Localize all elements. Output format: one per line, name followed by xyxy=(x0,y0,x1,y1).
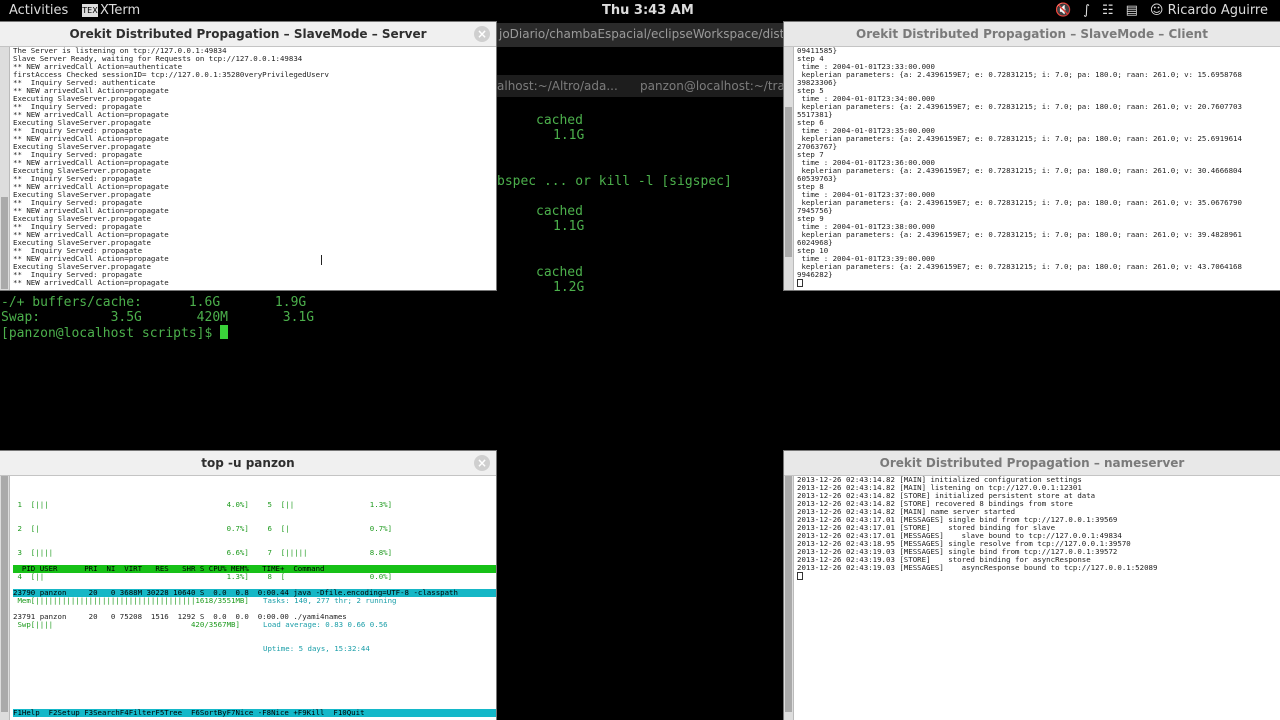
nameserver-log[interactable]: 2013-12-26 02:43:14.82 [MAIN] initialize… xyxy=(797,476,1280,720)
uptime: Uptime: 5 days, 15:32:44 xyxy=(263,644,370,653)
server-window[interactable]: Orekit Distributed Propagation – SlaveMo… xyxy=(0,22,496,290)
log-line: keplerian parameters: {a: 2.4396159E7; e… xyxy=(797,70,1242,79)
scrollbar-thumb[interactable] xyxy=(1,197,8,289)
xterm-app-icon: TEX xyxy=(82,4,98,17)
scrollbar[interactable] xyxy=(784,47,794,290)
volume-muted-icon[interactable]: 🔇 xyxy=(1055,3,1071,18)
close-icon[interactable]: × xyxy=(474,455,490,471)
user-menu[interactable]: ☺ Ricardo Aguirre xyxy=(1150,3,1268,18)
htop-content: 1 [||| 4.0%] 2 [| 0.7%] 3 [|||| 6.6%] 4 … xyxy=(13,485,496,720)
prompt-text: [panzon@localhost scripts]$ xyxy=(1,326,221,341)
clock[interactable]: Thu 3:43 AM xyxy=(602,3,694,18)
cpu-meter: 1 [||| 4.0%] xyxy=(13,500,249,509)
user-icon: ☺ xyxy=(1149,3,1164,18)
terminal-line: bspec ... or kill -l [sigspec] xyxy=(497,174,732,189)
wifi-icon[interactable]: ☷ xyxy=(1102,3,1114,18)
htop-window[interactable]: top -u panzon × 1 [||| 4.0%] 2 [| 0.7%] … xyxy=(0,451,496,720)
text-cursor xyxy=(797,572,803,580)
log-line-cursor xyxy=(797,572,1280,582)
scrollbar[interactable] xyxy=(784,476,794,720)
log-line: 2013-12-26 02:43:19.03 [MESSAGES] asyncR… xyxy=(797,563,1158,572)
terminal-line: cached xyxy=(536,265,583,280)
scrollbar[interactable] xyxy=(0,476,10,720)
terminal-line: 1.2G xyxy=(553,280,585,295)
app-name: XTerm xyxy=(100,3,141,18)
log-line: 6024968} xyxy=(797,238,833,247)
cpu-meter: 6 [| 0.7%] xyxy=(263,524,393,533)
process-row[interactable]: 23790 panzon 20 0 3688M 30228 10640 S 0.… xyxy=(13,589,496,597)
server-window-titlebar[interactable]: Orekit Distributed Propagation – SlaveMo… xyxy=(0,22,496,47)
scrollbar-thumb[interactable] xyxy=(785,107,792,257)
system-tray: 🔇 ∫ ☷ ▤ ☺ Ricardo Aguirre xyxy=(1055,3,1268,18)
log-line: keplerian parameters: {a: 2.4396159E7; e… xyxy=(797,230,1242,239)
function-key-bar[interactable]: F1Help F2Setup F3SearchF4FilterF5Tree F6… xyxy=(13,709,496,717)
scrollbar-thumb[interactable] xyxy=(785,476,792,712)
log-line: 7945756} xyxy=(797,206,833,215)
clipboard-icon[interactable]: ▤ xyxy=(1126,3,1138,18)
window-title: top -u panzon xyxy=(201,456,295,470)
terminal-tab-1[interactable]: alhost:~/Altro/ada... xyxy=(497,79,618,93)
background-terminal-titlebar[interactable]: joDiario/chambaEspacial/eclipseWorkspace… xyxy=(497,23,783,47)
scrollbar[interactable] xyxy=(0,47,10,290)
log-line: 27063767} xyxy=(797,142,838,151)
server-log[interactable]: The Server is listening on tcp://127.0.0… xyxy=(13,47,496,290)
text-cursor xyxy=(220,325,229,339)
log-line: keplerian parameters: {a: 2.4396159E7; e… xyxy=(797,102,1242,111)
client-log[interactable]: 09411585} step 4 time : 2004-01-01T23:33:… xyxy=(797,47,1280,290)
window-title: Orekit Distributed Propagation – SlaveMo… xyxy=(69,27,427,41)
terminal-tab-2[interactable]: panzon@localhost:~/trabajo xyxy=(640,79,783,93)
background-terminal-title: joDiario/chambaEspacial/eclipseWorkspace… xyxy=(499,27,783,41)
log-line: keplerian parameters: {a: 2.4396159E7; e… xyxy=(797,166,1242,175)
bluetooth-icon[interactable]: ∫ xyxy=(1083,3,1090,18)
window-title: Orekit Distributed Propagation – nameser… xyxy=(879,456,1185,470)
log-line: ** NEW arrivedCall Action=propagate xyxy=(13,278,169,287)
terminal-line: 1.1G xyxy=(553,128,585,143)
log-line: 60539763} xyxy=(797,174,838,183)
log-line: 09411585} xyxy=(797,47,838,55)
cpu-meter: 2 [| 0.7%] xyxy=(13,524,249,533)
terminal-line: Swap: 3.5G 420M 3.1G xyxy=(1,310,315,325)
log-line: keplerian parameters: {a: 2.4396159E7; e… xyxy=(797,262,1242,271)
terminal-line: cached xyxy=(536,113,583,128)
terminal-prompt[interactable]: [panzon@localhost scripts]$ xyxy=(1,325,229,341)
app-menu[interactable]: TEX XTerm xyxy=(82,3,140,18)
terminal-line: -/+ buffers/cache: 1.6G 1.9G xyxy=(1,295,307,310)
activities-button[interactable]: Activities xyxy=(9,3,68,18)
process-row[interactable]: 23791 panzon 20 0 75208 1516 1292 S 0.0 … xyxy=(13,613,496,621)
log-line: 39823306} xyxy=(797,78,838,87)
user-name: Ricardo Aguirre xyxy=(1167,3,1268,18)
cpu-meter: 5 [|| 1.3%] xyxy=(263,500,393,509)
terminal-line: cached xyxy=(536,204,583,219)
log-line: keplerian parameters: {a: 2.4396159E7; e… xyxy=(797,198,1242,207)
terminal-line: 1.1G xyxy=(553,219,585,234)
client-window[interactable]: Orekit Distributed Propagation – SlaveMo… xyxy=(784,22,1280,290)
client-window-titlebar[interactable]: Orekit Distributed Propagation – SlaveMo… xyxy=(784,22,1280,47)
top-bar: Activities TEX XTerm Thu 3:43 AM 🔇 ∫ ☷ ▤ … xyxy=(0,0,1280,22)
process-table: PID USER PRI NI VIRT RES SHR S CPU% MEM%… xyxy=(13,549,496,637)
close-icon[interactable]: × xyxy=(474,26,490,42)
nameserver-window-titlebar[interactable]: Orekit Distributed Propagation – nameser… xyxy=(784,451,1280,476)
text-cursor xyxy=(797,279,803,287)
nameserver-window[interactable]: Orekit Distributed Propagation – nameser… xyxy=(784,451,1280,720)
log-line: keplerian parameters: {a: 2.4396159E7; e… xyxy=(797,134,1242,143)
text-cursor-ibeam-icon xyxy=(321,255,324,265)
log-line: 5517381} xyxy=(797,110,833,119)
background-terminal-tabs: alhost:~/Altro/ada... panzon@localhost:~… xyxy=(497,75,783,97)
log-line-cursor xyxy=(797,279,1280,289)
htop-window-titlebar[interactable]: top -u panzon × xyxy=(0,451,496,476)
window-title: Orekit Distributed Propagation – SlaveMo… xyxy=(856,27,1208,41)
log-line: 9946282} xyxy=(797,270,833,279)
scrollbar-thumb[interactable] xyxy=(1,476,8,712)
process-table-header[interactable]: PID USER PRI NI VIRT RES SHR S CPU% MEM%… xyxy=(13,565,496,573)
